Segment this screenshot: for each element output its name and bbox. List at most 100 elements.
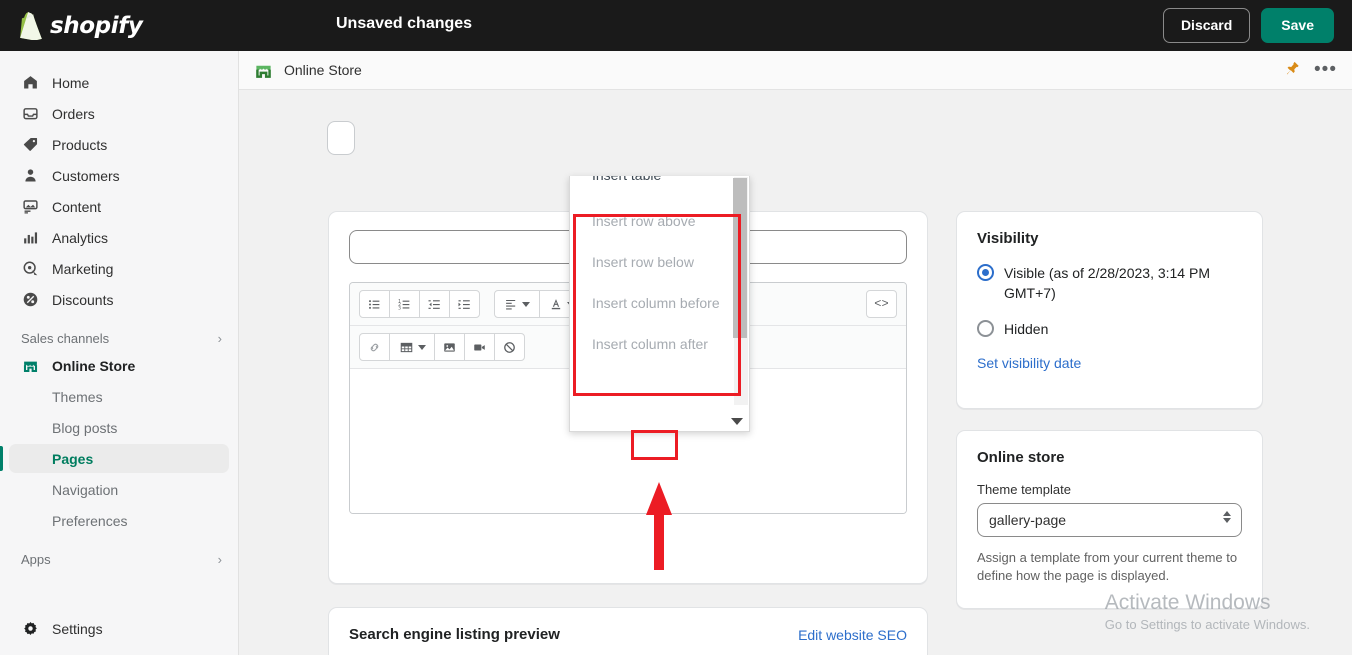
sidebar-label: Pages bbox=[52, 450, 94, 467]
chevron-down-icon[interactable] bbox=[417, 344, 426, 350]
settings-wrap: Settings bbox=[0, 614, 239, 645]
visibility-card: Visibility Visible (as of 2/28/2023, 3:1… bbox=[956, 211, 1263, 409]
visibility-title: Visibility bbox=[977, 230, 1039, 247]
sales-channels-section[interactable]: Sales channels › bbox=[21, 331, 222, 346]
sidebar-label: Customers bbox=[52, 167, 120, 184]
dropdown-item-list: Insert row above Insert row below Insert… bbox=[570, 201, 749, 365]
apps-label: Apps bbox=[21, 552, 51, 567]
pin-icon[interactable] bbox=[1285, 60, 1300, 81]
shopify-logo[interactable]: shopify bbox=[18, 11, 143, 40]
dropdown-item-insert-row-below[interactable]: Insert row below bbox=[570, 242, 749, 283]
indent-icon[interactable] bbox=[449, 290, 480, 318]
customers-icon bbox=[21, 167, 39, 185]
seo-title: Search engine listing preview bbox=[349, 626, 560, 643]
link-icon[interactable] bbox=[359, 333, 390, 361]
set-visibility-date-link[interactable]: Set visibility date bbox=[977, 355, 1242, 371]
radio-visible[interactable] bbox=[977, 264, 994, 281]
sidebar-item-orders[interactable]: Orders bbox=[9, 99, 229, 128]
online-store-card-body: Online store Theme template gallery-page… bbox=[957, 431, 1262, 603]
chevron-right-icon: › bbox=[217, 552, 222, 567]
gear-icon bbox=[21, 620, 39, 638]
insert-group bbox=[359, 333, 525, 361]
visibility-option-hidden[interactable]: Hidden bbox=[977, 319, 1242, 339]
code-view-icon[interactable]: <> bbox=[866, 290, 897, 318]
online-store-icon bbox=[254, 61, 273, 80]
sidebar-label: Products bbox=[52, 136, 108, 153]
theme-template-select[interactable]: gallery-page bbox=[977, 503, 1242, 537]
dropdown-scroll-down-icon[interactable] bbox=[731, 418, 743, 425]
shopify-bag-icon bbox=[20, 11, 42, 40]
sidebar-item-preferences[interactable]: Preferences bbox=[9, 506, 229, 535]
list-group: 123 bbox=[359, 290, 480, 318]
products-tag-icon bbox=[21, 136, 39, 154]
align-icon[interactable] bbox=[494, 290, 540, 318]
svg-text:3: 3 bbox=[398, 305, 401, 311]
sidebar-label: Orders bbox=[52, 105, 95, 122]
sidebar-label: Blog posts bbox=[52, 419, 118, 436]
marketing-icon bbox=[21, 260, 39, 278]
outdent-icon[interactable] bbox=[419, 290, 450, 318]
dropdown-scrollbar-thumb[interactable] bbox=[733, 178, 747, 338]
table-icon[interactable] bbox=[389, 333, 435, 361]
sidebar-item-content[interactable]: Content bbox=[9, 192, 229, 221]
dropdown-item-insert-table[interactable]: Insert table bbox=[570, 176, 749, 184]
online-store-card: Online store Theme template gallery-page… bbox=[956, 430, 1263, 609]
apps-section[interactable]: Apps › bbox=[21, 552, 222, 567]
image-icon[interactable] bbox=[434, 333, 465, 361]
bullet-list-icon[interactable] bbox=[359, 290, 390, 318]
sidebar-item-themes[interactable]: Themes bbox=[9, 382, 229, 411]
sidebar-item-pages[interactable]: Pages bbox=[0, 444, 229, 473]
hidden-field-stub bbox=[327, 121, 355, 155]
dropdown-item-insert-column-after[interactable]: Insert column after bbox=[570, 324, 749, 365]
sidebar-item-products[interactable]: Products bbox=[9, 130, 229, 159]
seo-header: Search engine listing preview Edit websi… bbox=[349, 626, 907, 643]
sidebar-label: Analytics bbox=[52, 229, 109, 246]
visibility-option-visible[interactable]: Visible (as of 2/28/2023, 3:14 PM GMT+7) bbox=[977, 263, 1242, 303]
edit-website-seo-link[interactable]: Edit website SEO bbox=[798, 627, 907, 643]
video-icon[interactable] bbox=[464, 333, 495, 361]
sidebar-item-marketing[interactable]: Marketing bbox=[9, 254, 229, 283]
code-group: <> bbox=[866, 290, 897, 318]
dropdown-scrollbar-track[interactable] bbox=[733, 177, 748, 405]
topbar-actions: Discard Save bbox=[1162, 8, 1334, 43]
home-icon bbox=[21, 74, 39, 92]
content-icon bbox=[21, 198, 39, 216]
sidebar-label: Preferences bbox=[52, 512, 128, 529]
sidebar-item-online-store[interactable]: Online Store bbox=[9, 351, 229, 380]
online-store-breadcrumb[interactable]: Online Store bbox=[284, 62, 362, 78]
dropdown-top-clip: Insert table bbox=[570, 176, 749, 201]
discard-button[interactable]: Discard bbox=[1162, 8, 1251, 43]
ellipsis-icon[interactable]: ••• bbox=[1314, 60, 1337, 79]
sidebar-item-settings[interactable]: Settings bbox=[9, 614, 230, 643]
online-store-icon bbox=[21, 357, 39, 375]
main-scroll-area: 123 <> Search engine listing preview Edi… bbox=[239, 90, 1352, 655]
sidebar-item-discounts[interactable]: Discounts bbox=[9, 285, 229, 314]
chevron-right-icon: › bbox=[217, 331, 222, 346]
seo-card-body: Search engine listing preview Edit websi… bbox=[329, 608, 927, 655]
sidebar-item-navigation[interactable]: Navigation bbox=[9, 475, 229, 504]
theme-template-help: Assign a template from your current them… bbox=[977, 550, 1238, 583]
orders-icon bbox=[21, 105, 39, 123]
sales-channels-label: Sales channels bbox=[21, 331, 110, 346]
content-header: Online Store ••• bbox=[239, 51, 1352, 90]
theme-template-select-wrap: gallery-page bbox=[977, 503, 1242, 537]
numbered-list-icon[interactable]: 123 bbox=[389, 290, 420, 318]
save-button[interactable]: Save bbox=[1261, 8, 1334, 43]
sidebar-label: Marketing bbox=[52, 260, 114, 277]
sidebar-item-analytics[interactable]: Analytics bbox=[9, 223, 229, 252]
table-dropdown-panel: Insert table Insert row above Insert row… bbox=[569, 176, 750, 432]
radio-hidden[interactable] bbox=[977, 320, 994, 337]
dropdown-item-insert-column-before[interactable]: Insert column before bbox=[570, 283, 749, 324]
theme-template-label: Theme template bbox=[977, 482, 1071, 497]
sidebar-label: Content bbox=[52, 198, 102, 215]
sidebar-item-blog-posts[interactable]: Blog posts bbox=[9, 413, 229, 442]
discounts-icon bbox=[21, 291, 39, 309]
sidebar-item-home[interactable]: Home bbox=[9, 68, 229, 97]
shopify-admin-window: shopify Unsaved changes Discard Save Hom… bbox=[0, 0, 1352, 655]
shopify-wordmark: shopify bbox=[50, 12, 143, 39]
unsaved-changes-title: Unsaved changes bbox=[336, 15, 473, 32]
clear-formatting-icon[interactable] bbox=[494, 333, 525, 361]
sidebar-label: Themes bbox=[52, 388, 103, 405]
sidebar-item-customers[interactable]: Customers bbox=[9, 161, 229, 190]
dropdown-item-insert-row-above[interactable]: Insert row above bbox=[570, 201, 749, 242]
